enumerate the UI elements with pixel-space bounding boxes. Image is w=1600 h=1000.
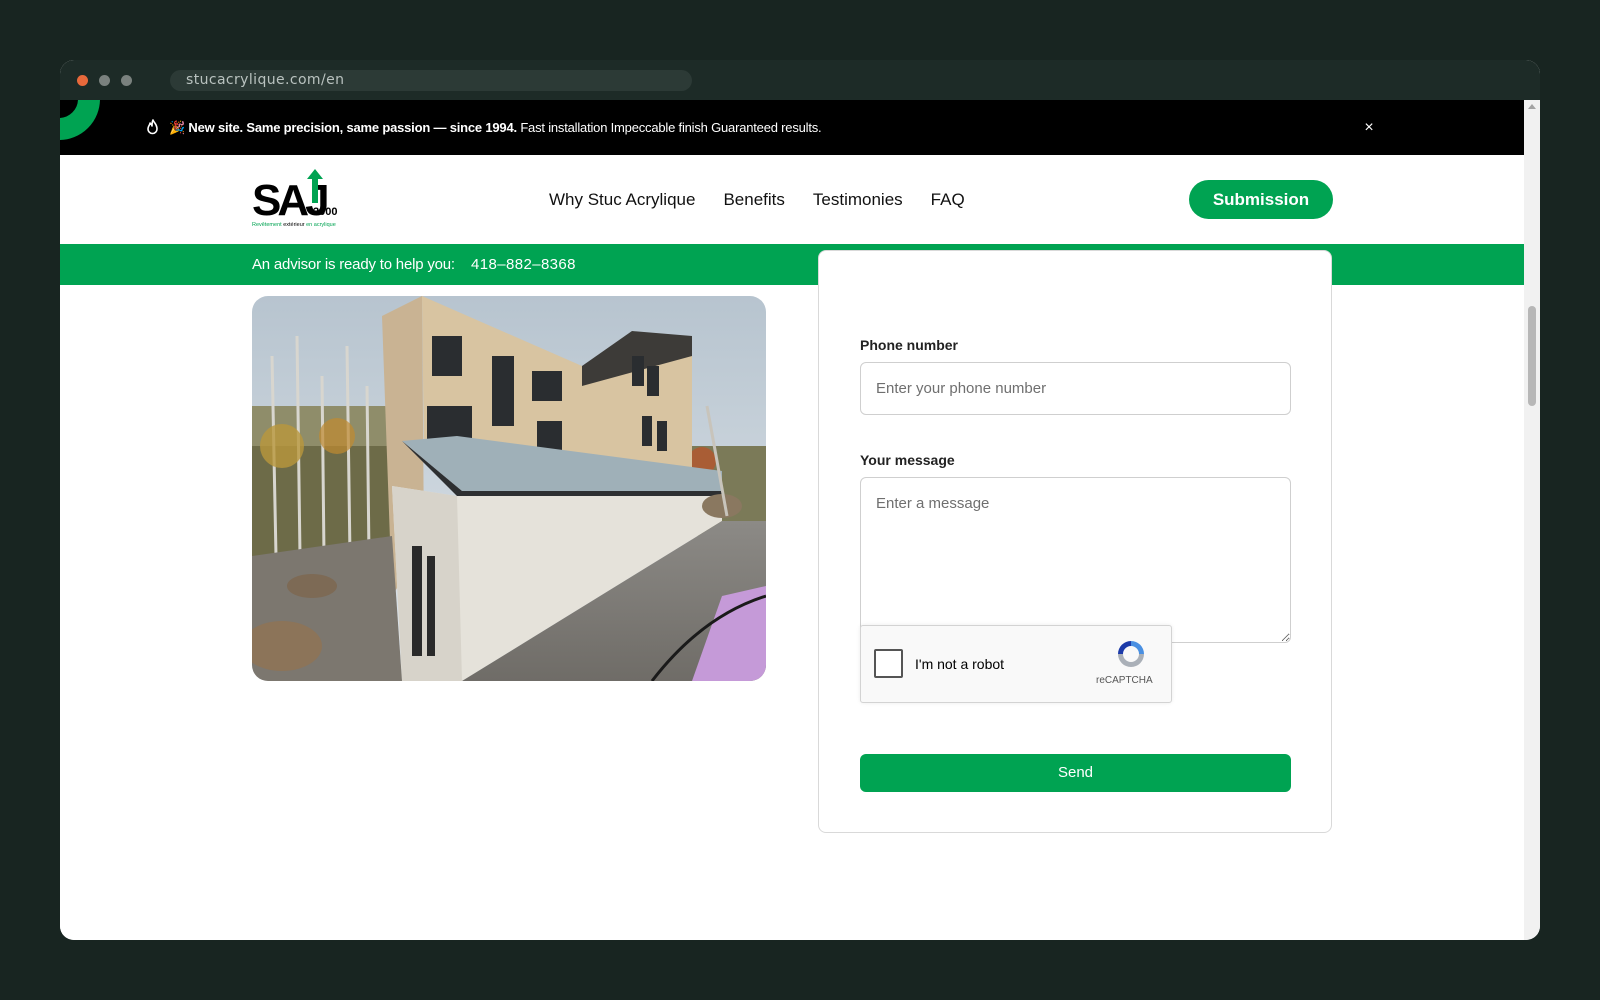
recaptcha-widget: I'm not a robot reCAPTCHA bbox=[860, 625, 1172, 703]
address-bar[interactable]: stucacrylique.com/en bbox=[170, 70, 692, 91]
decorative-ring bbox=[60, 100, 100, 140]
house-photo bbox=[252, 296, 766, 681]
announcement-bold: 🎉 New site. Same precision, same passion… bbox=[169, 120, 517, 135]
svg-text:Revêtement extérieur: Revêtement extérieur en acrylique bbox=[252, 222, 336, 228]
primary-nav: Why Stuc Acrylique Benefits Testimonies … bbox=[549, 189, 993, 211]
logo-tagline-dark: extérieur bbox=[283, 222, 305, 228]
scroll-up-arrow-icon[interactable] bbox=[1528, 104, 1536, 109]
submission-button[interactable]: Submission bbox=[1189, 180, 1333, 219]
send-button[interactable]: Send bbox=[860, 754, 1291, 792]
message-textarea[interactable] bbox=[860, 477, 1291, 643]
phone-label: Phone number bbox=[860, 337, 959, 353]
close-icon[interactable]: × bbox=[1360, 119, 1378, 137]
logo-tagline-end: en acrylique bbox=[306, 222, 336, 228]
announcement-text: 🎉 New site. Same precision, same passion… bbox=[169, 120, 822, 136]
recaptcha-icon bbox=[1118, 641, 1144, 667]
announcement-bar: 🎉 New site. Same precision, same passion… bbox=[60, 100, 1524, 155]
page-viewport: 🎉 New site. Same precision, same passion… bbox=[60, 100, 1524, 940]
vertical-scrollbar[interactable] bbox=[1524, 100, 1540, 940]
maximize-window-button[interactable] bbox=[121, 75, 132, 86]
nav-testimonies[interactable]: Testimonies bbox=[813, 189, 903, 211]
announcement-regular: Fast installation Impeccable finish Guar… bbox=[520, 120, 822, 135]
close-window-button[interactable] bbox=[77, 75, 88, 86]
company-logo[interactable]: SAJ 2000 Revêtement extérieur en acryliq… bbox=[252, 169, 344, 229]
main-header: SAJ 2000 Revêtement extérieur en acryliq… bbox=[60, 155, 1524, 244]
advisor-phone-link[interactable]: 418–882–8368 bbox=[471, 256, 576, 274]
recaptcha-label: I'm not a robot bbox=[915, 656, 1005, 672]
logo-number: 2000 bbox=[313, 206, 337, 218]
phone-input[interactable] bbox=[860, 362, 1291, 415]
nav-faq[interactable]: FAQ bbox=[931, 189, 965, 211]
minimize-window-button[interactable] bbox=[99, 75, 110, 86]
browser-window: stucacrylique.com/en 🎉 New site. Same pr… bbox=[60, 60, 1540, 940]
nav-why-stuc-acrylique[interactable]: Why Stuc Acrylique bbox=[549, 189, 695, 211]
message-label: Your message bbox=[860, 452, 955, 468]
advisor-label: An advisor is ready to help you: bbox=[252, 256, 455, 273]
scrollbar-thumb[interactable] bbox=[1528, 306, 1536, 406]
recaptcha-checkbox[interactable] bbox=[874, 649, 903, 678]
logo-tagline-green: Revêtement bbox=[252, 222, 282, 228]
nav-benefits[interactable]: Benefits bbox=[723, 189, 784, 211]
fire-icon bbox=[147, 119, 158, 135]
browser-titlebar: stucacrylique.com/en bbox=[60, 60, 1540, 100]
recaptcha-brand: reCAPTCHA bbox=[1096, 675, 1153, 686]
